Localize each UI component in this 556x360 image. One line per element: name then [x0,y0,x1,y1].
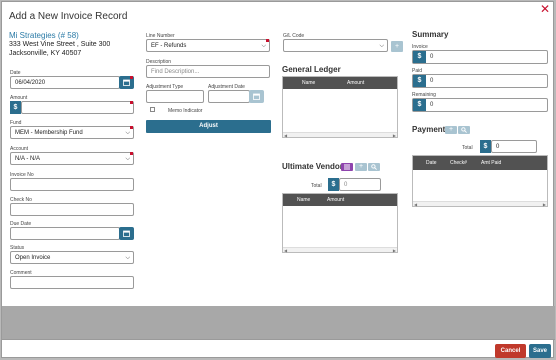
fund-select-value: MEM - Membership Fund [15,130,83,136]
chevron-down-icon: ⌵ [125,130,130,136]
calendar-icon [123,230,130,237]
dollar-icon: $ [413,51,426,63]
fund-select[interactable]: MEM - Membership Fund ⌵ [10,126,134,139]
add-gl-code-button[interactable]: + [391,41,403,52]
required-marker [266,39,269,42]
remaining-summary-value: 0 [430,102,434,108]
grid-header: Name Amount [283,77,397,89]
dialog-title: Add a New Invoice Record [9,11,128,22]
grid-header: Name Amount [283,194,397,206]
grid-header: Date Check# Amt Paid [413,156,547,170]
adjustment-type-field[interactable] [146,90,204,103]
memo-indicator-checkbox[interactable] [150,107,155,112]
invoice-dialog: Add a New Invoice Record ✕ Mi Strategies… [1,1,555,358]
dollar-icon: $ [10,101,21,114]
horizontal-scrollbar[interactable]: ◀ ▶ [283,132,397,138]
amount-field[interactable] [21,101,134,114]
required-marker [130,76,133,79]
column-header-amt-paid[interactable]: Amt Paid [481,160,501,166]
line-number-select[interactable]: EF - Refunds ⌵ [146,39,270,52]
required-marker [130,126,133,129]
scroll-left-icon[interactable]: ◀ [414,202,417,207]
date-field[interactable]: 06/04/2020 [10,76,120,89]
column-header-amount[interactable]: Amount [327,197,344,203]
ultimate-vendor-list-button[interactable] [341,163,353,171]
footer-divider [2,339,555,340]
adjust-button[interactable]: Adjust [146,120,271,133]
due-date-field[interactable] [10,227,120,240]
invoice-summary-value: 0 [430,54,434,60]
chevron-down-icon: ⌵ [125,156,130,162]
invoice-summary-field: $ 0 [412,50,548,64]
chevron-down-icon: ⌵ [379,43,384,49]
dollar-icon: $ [413,99,426,111]
chevron-down-icon: ⌵ [261,43,266,49]
scroll-right-icon[interactable]: ▶ [393,248,396,253]
due-date-calendar-button[interactable] [119,227,134,240]
summary-title: Summary [412,30,449,39]
search-icon [461,127,467,133]
payment-title: Payment [412,125,446,134]
search-payment-button[interactable] [458,126,470,134]
remaining-summary-field: $ 0 [412,98,548,112]
gl-code-select[interactable]: ⌵ [283,39,388,52]
chevron-down-icon: ⌵ [125,255,130,261]
invoice-no-field[interactable] [10,178,134,191]
line-number-select-value: EF - Refunds [151,43,187,49]
adjustment-date-calendar-button[interactable] [249,90,264,103]
scroll-right-icon[interactable]: ▶ [543,202,546,207]
column-header-name[interactable]: Name [297,197,310,203]
column-header-date[interactable]: Date [426,160,437,166]
memo-indicator-label: Memo Indicator [168,108,203,114]
save-button[interactable]: Save [529,344,551,358]
column-header-name[interactable]: Name [302,80,315,86]
general-ledger-title: General Ledger [282,65,341,74]
paid-summary-value: 0 [430,78,434,84]
scroll-right-icon[interactable]: ▶ [393,133,396,138]
search-ultimate-vendor-button[interactable] [368,163,380,171]
ultimate-vendor-grid: Name Amount ◀ ▶ [282,193,398,253]
general-ledger-grid: Name Amount ◀ ▶ [282,76,398,138]
dollar-icon: $ [480,140,491,153]
add-ultimate-vendor-button[interactable]: + [355,163,367,171]
ultimate-vendor-title: Ultimate Vendor [282,162,343,171]
cancel-button[interactable]: Cancel [495,344,526,358]
horizontal-scrollbar[interactable]: ◀ ▶ [283,247,397,253]
payment-grid: Date Check# Amt Paid ◀ ▶ [412,155,548,207]
ultimate-vendor-total-label: Total [311,183,322,189]
description-field[interactable]: Find Description... [146,65,270,78]
list-icon [344,164,350,170]
adjustment-date-field[interactable] [208,90,250,103]
required-marker [130,152,133,155]
vendor-name-link[interactable]: Mi Strategies (# 58) [9,31,79,40]
status-select[interactable]: Open Invoice ⌵ [10,251,134,264]
column-header-amount[interactable]: Amount [347,80,364,86]
calendar-icon [253,93,260,100]
status-select-value: Open Invoice [15,255,51,261]
calendar-icon [123,79,130,86]
comment-field[interactable] [10,276,134,289]
paid-summary-field: $ 0 [412,74,548,88]
check-no-field[interactable] [10,203,134,216]
add-payment-button[interactable]: + [445,126,457,134]
scroll-left-icon[interactable]: ◀ [284,133,287,138]
payment-total-field: 0 [491,140,537,153]
dialog-footer-band [2,306,555,340]
payment-total-label: Total [462,145,473,151]
ultimate-vendor-total-field: 0 [339,178,381,191]
close-icon[interactable]: ✕ [540,3,550,15]
dollar-icon: $ [328,178,339,191]
dollar-icon: $ [413,75,426,87]
vendor-address-line2: Jacksonville, KY 40507 [9,50,82,57]
vendor-address-line1: 333 West Vine Street , Suite 300 [9,41,111,48]
horizontal-scrollbar[interactable]: ◀ ▶ [413,201,547,207]
search-icon [371,164,377,170]
column-header-check[interactable]: Check# [450,160,467,166]
required-marker [130,101,133,104]
scroll-left-icon[interactable]: ◀ [284,248,287,253]
account-select-value: N/A - N/A [15,156,41,162]
account-select[interactable]: N/A - N/A ⌵ [10,152,134,165]
